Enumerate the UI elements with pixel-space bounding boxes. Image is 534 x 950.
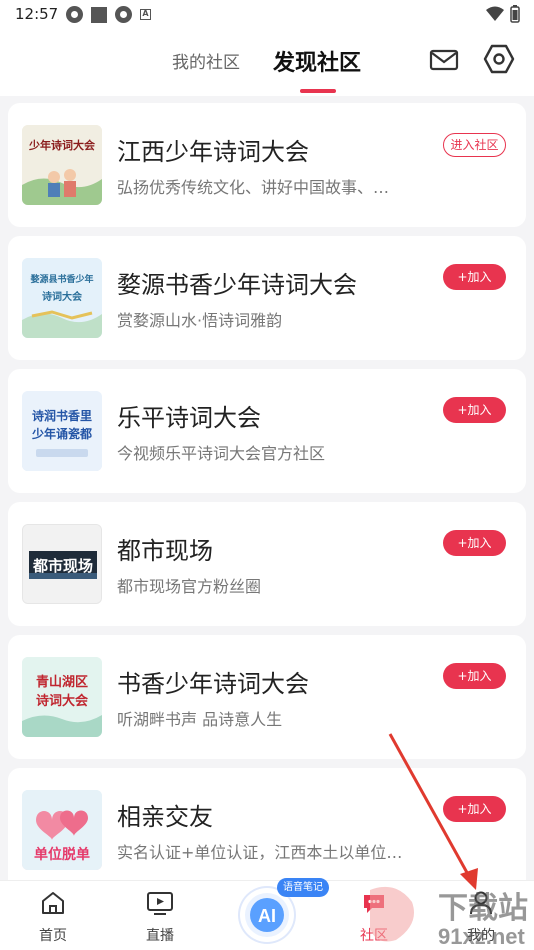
community-card[interactable]: 少年诗词大会 江西少年诗词大会 弘扬优秀传统文化、讲好中国故事、… 进入社区 xyxy=(8,103,526,227)
community-card[interactable]: 婺源县书香少年 诗词大会 婺源书香少年诗词大会 赏婺源山水·悟诗词雅韵 +加入 xyxy=(8,236,526,360)
community-desc: 实名认证+单位认证，江西本土以单位… xyxy=(117,843,403,862)
status-bar: 12:57 A xyxy=(0,0,534,30)
svg-text:AI: AI xyxy=(258,906,276,926)
battery-icon xyxy=(510,5,520,23)
thumbnail-caption: 少年诗词大会 xyxy=(29,139,95,152)
status-system-icons xyxy=(486,5,520,23)
watermark-text-2: 91xz.net xyxy=(438,924,525,949)
join-button[interactable]: +加入 xyxy=(443,663,506,689)
community-thumbnail: 都市现场 xyxy=(22,524,102,604)
community-desc: 听湖畔书声 品诗意人生 xyxy=(117,710,283,729)
a-notification-icon: A xyxy=(140,9,151,20)
square-notification-icon xyxy=(91,6,107,23)
community-title: 都市现场 xyxy=(117,537,213,565)
community-desc: 赏婺源山水·悟诗词雅韵 xyxy=(117,311,283,330)
nav-home-label: 首页 xyxy=(39,928,67,944)
community-title: 江西少年诗词大会 xyxy=(117,138,309,166)
tab-my-community[interactable]: 我的社区 xyxy=(172,48,240,73)
thumbnail-caption-2: 诗词大会 xyxy=(42,292,82,303)
tab-discover-community[interactable]: 发现社区 xyxy=(273,45,361,77)
mail-icon[interactable] xyxy=(428,44,460,76)
community-title: 乐平诗词大会 xyxy=(117,404,261,432)
voice-note-badge: 语音笔记 xyxy=(277,878,329,897)
community-thumbnail: 单位脱单 xyxy=(22,790,102,870)
thumbnail-caption: 单位脱单 xyxy=(34,847,90,863)
join-button[interactable]: +加入 xyxy=(443,530,506,556)
community-thumbnail: 婺源县书香少年 诗词大会 xyxy=(22,258,102,338)
community-desc: 都市现场官方粉丝圈 xyxy=(117,577,262,596)
app-notification-icon-2 xyxy=(115,6,132,23)
thumbnail-caption-1: 诗润书香里 xyxy=(31,409,92,423)
status-notification-icons: A xyxy=(66,6,151,23)
community-title: 婺源书香少年诗词大会 xyxy=(117,271,357,299)
active-tab-indicator xyxy=(300,89,336,93)
community-thumbnail: 诗润书香里 少年诵瓷都 xyxy=(22,391,102,471)
watermark-logo: 下载站 91xz.net xyxy=(370,886,528,949)
app-notification-icon xyxy=(66,6,83,23)
tv-play-icon xyxy=(147,892,173,915)
nav-live-label: 直播 xyxy=(146,928,174,944)
annotation-arrow xyxy=(388,733,478,890)
nav-live[interactable]: 直播 xyxy=(120,881,200,950)
community-title: 相亲交友 xyxy=(117,803,213,831)
community-desc: 今视频乐平诗词大会官方社区 xyxy=(117,444,326,463)
join-button[interactable]: +加入 xyxy=(443,397,506,423)
nav-home[interactable]: 首页 xyxy=(13,881,93,950)
thumbnail-caption-1: 青山湖区 xyxy=(35,675,88,690)
community-thumbnail: 青山湖区 诗词大会 xyxy=(22,657,102,737)
join-button[interactable]: +加入 xyxy=(443,264,506,290)
community-card[interactable]: 诗润书香里 少年诵瓷都 乐平诗词大会 今视频乐平诗词大会官方社区 +加入 xyxy=(8,369,526,493)
community-card[interactable]: 都市现场 都市现场 都市现场官方粉丝圈 +加入 xyxy=(8,502,526,626)
status-time: 12:57 xyxy=(15,5,59,23)
watermark-text-1: 下载站 xyxy=(438,892,528,925)
wifi-icon xyxy=(486,6,504,21)
thumbnail-caption-2: 少年诵瓷都 xyxy=(31,427,92,441)
thumbnail-caption-2: 诗词大会 xyxy=(35,694,88,709)
thumbnail-caption-1: 婺源县书香少年 xyxy=(30,275,94,285)
enter-community-button[interactable]: 进入社区 xyxy=(443,133,506,157)
community-thumbnail: 少年诗词大会 xyxy=(22,125,102,205)
community-title: 书香少年诗词大会 xyxy=(117,670,309,698)
community-desc: 弘扬优秀传统文化、讲好中国故事、… xyxy=(117,178,390,197)
thumbnail-caption: 都市现场 xyxy=(32,557,93,575)
top-nav: 我的社区 发现社区 xyxy=(0,30,534,96)
watermark: 下载站 91xz.net xyxy=(360,880,534,950)
settings-hexagon-icon[interactable] xyxy=(482,42,516,76)
home-icon xyxy=(42,892,64,914)
